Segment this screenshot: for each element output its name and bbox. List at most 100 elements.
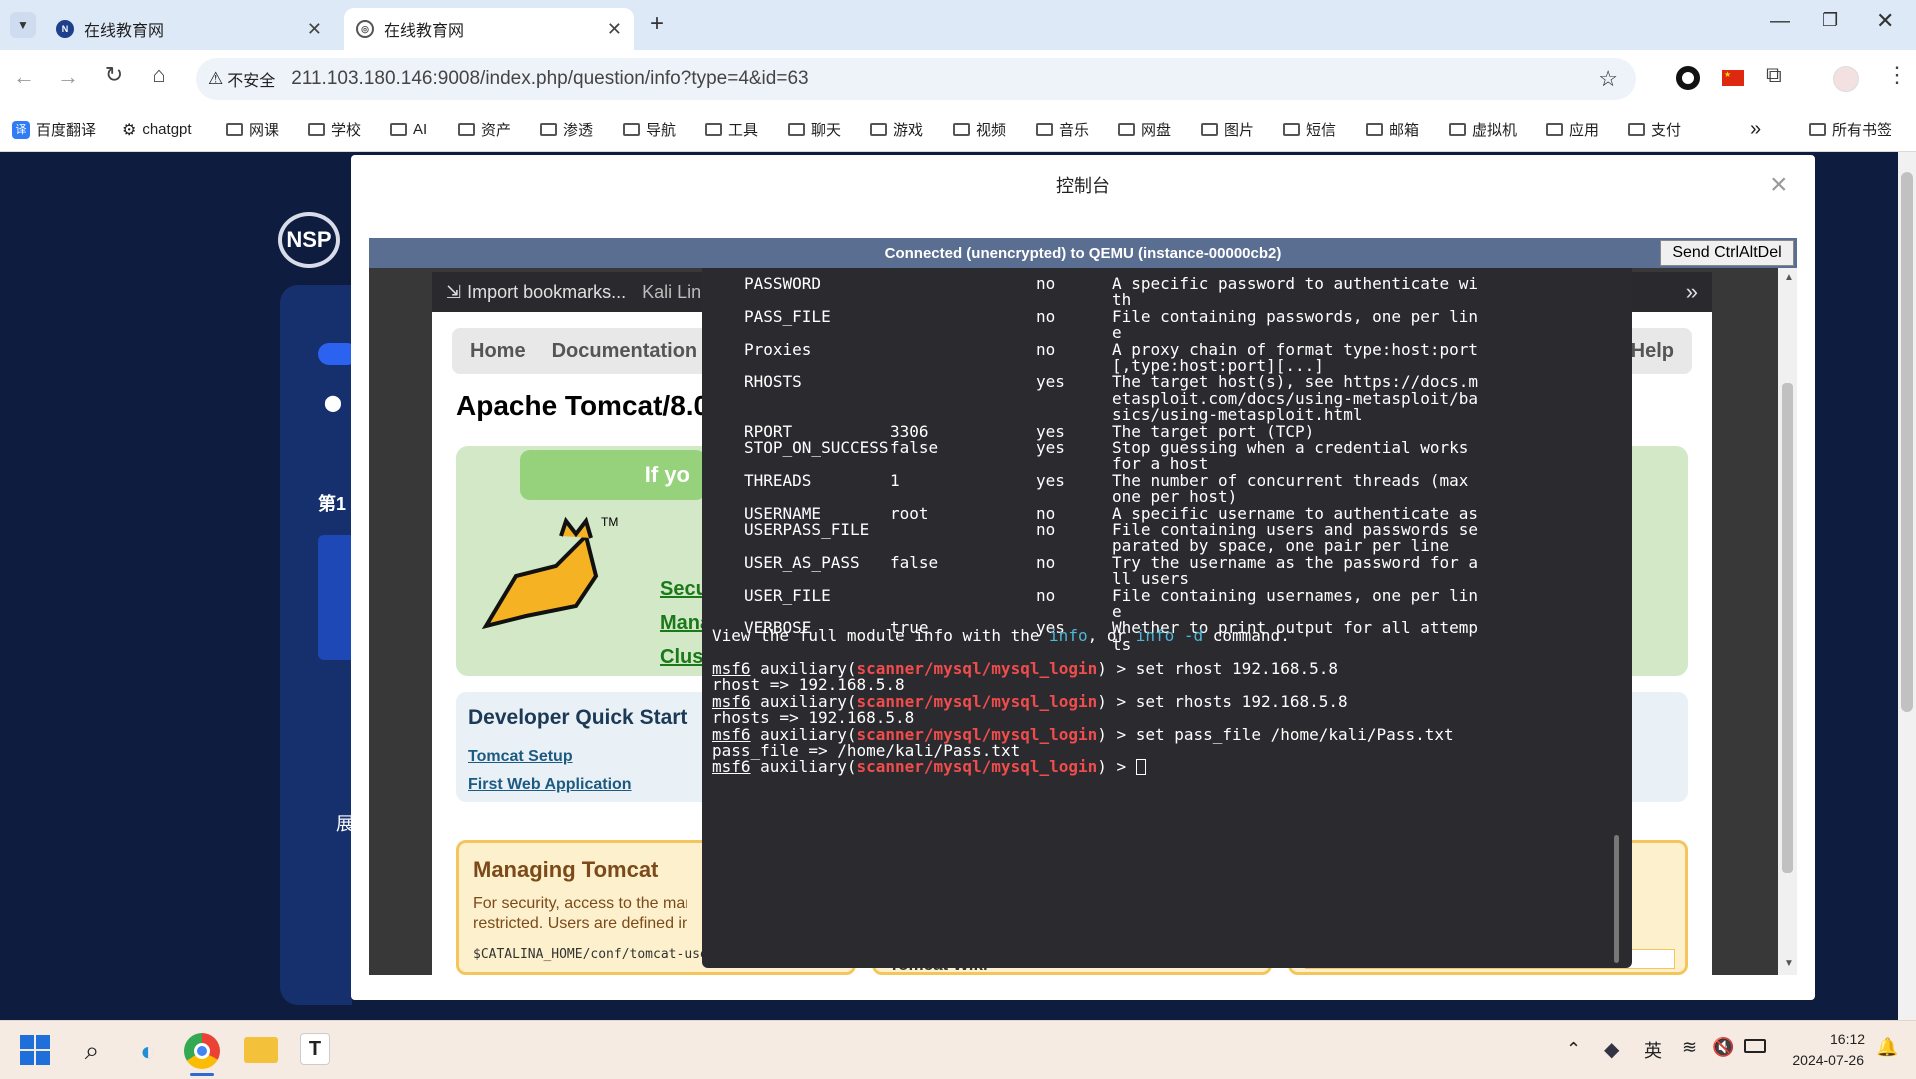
managing-text: restricted. Users are defined in: <box>473 915 687 932</box>
nav-home[interactable]: Home <box>470 340 526 363</box>
extension-circle-icon[interactable] <box>1676 66 1700 90</box>
profile-avatar[interactable] <box>1833 66 1859 92</box>
dev-link-setup[interactable]: Tomcat Setup <box>468 748 573 766</box>
bookmark-folder[interactable]: 网课 <box>226 119 279 140</box>
terminal-scrollbar[interactable] <box>1614 835 1619 963</box>
scroll-up-icon[interactable]: ▲ <box>1784 272 1794 283</box>
bookmark-chatgpt[interactable]: ⚙ chatgpt <box>122 120 192 140</box>
bookmark-label: 百度翻译 <box>36 122 97 139</box>
battery-icon[interactable] <box>1744 1039 1766 1053</box>
location-pin-icon: ⬤ <box>324 395 342 412</box>
bookmark-folder[interactable]: 学校 <box>308 119 361 140</box>
bookmark-folder[interactable]: 图片 <box>1201 119 1254 140</box>
vm-bookmark-import[interactable]: Import bookmarks... <box>467 282 626 303</box>
vnc-status-bar: Connected (unencrypted) to QEMU (instanc… <box>369 238 1797 268</box>
scroll-down-icon[interactable]: ▼ <box>1784 958 1794 969</box>
tab-2[interactable]: ◎ 在线教育网 ✕ <box>344 8 634 50</box>
clock-time[interactable]: 16:12 <box>1830 1031 1865 1047</box>
windows-start-icon[interactable] <box>20 1035 50 1065</box>
tomcat-title: Apache Tomcat/8.0.43 <box>456 390 706 421</box>
china-flag-icon[interactable]: ★ <box>1722 70 1744 86</box>
volume-muted-icon[interactable]: 🔇 <box>1712 1037 1734 1058</box>
bookmark-folder[interactable]: 导航 <box>623 119 676 140</box>
dev-link-first-app[interactable]: First Web Application <box>468 776 632 794</box>
menu-kebab-icon[interactable]: ⋮ <box>1886 62 1908 88</box>
vnc-scrollbar[interactable]: ▲ ▼ <box>1778 268 1797 975</box>
security-label[interactable]: 不安全 <box>227 67 275 91</box>
bookmark-folder[interactable]: 视频 <box>953 119 1006 140</box>
info-text: command. <box>1203 626 1290 645</box>
home-icon[interactable]: ⌂ <box>141 62 177 88</box>
bookmark-folder[interactable]: 工具 <box>705 119 758 140</box>
bookmark-folder[interactable]: 资产 <box>458 119 511 140</box>
all-bookmarks-folder[interactable]: 所有书签 <box>1809 119 1892 140</box>
taskbar: ⌕ ◐ T ⌃ ◆ 英 ≋ 🔇 16:12 2024-07-26 🔔 <box>0 1020 1916 1079</box>
tab-strip: ▼ N 在线教育网 ✕ ◎ 在线教育网 ✕ + — ❐ ✕ <box>0 0 1916 50</box>
more-bookmarks-icon[interactable]: » <box>1750 118 1761 141</box>
nav-documentation[interactable]: Documentation <box>552 340 698 363</box>
forward-icon[interactable]: → <box>50 64 86 90</box>
typora-icon[interactable]: T <box>300 1033 330 1065</box>
url-text[interactable]: 211.103.180.146:9008/index.php/question/… <box>291 68 808 90</box>
import-icon: ⇲ <box>446 281 462 302</box>
managing-title: Managing Tomcat <box>473 857 659 882</box>
bookmark-folder[interactable]: AI <box>390 121 427 138</box>
bookmark-folder[interactable]: 短信 <box>1283 119 1336 140</box>
page-scrollbar[interactable] <box>1898 152 1916 1020</box>
bookmark-label: 音乐 <box>1059 122 1090 139</box>
bookmark-folder[interactable]: 支付 <box>1628 119 1681 140</box>
window-close-icon[interactable]: ✕ <box>1876 8 1894 34</box>
notification-bell-icon[interactable]: 🔔 <box>1876 1037 1898 1058</box>
bookmark-label: 图片 <box>1224 122 1255 139</box>
scrollbar-thumb[interactable] <box>1901 172 1913 712</box>
wifi-icon[interactable]: ≋ <box>1682 1037 1697 1058</box>
bookmark-folder[interactable]: 音乐 <box>1036 119 1089 140</box>
bookmark-folder[interactable]: 邮箱 <box>1366 119 1419 140</box>
option-description: A specific password to authenticate wi <box>1112 274 1479 293</box>
tab-1[interactable]: N 在线教育网 ✕ <box>44 8 334 50</box>
clock-date[interactable]: 2024-07-26 <box>1784 1052 1864 1068</box>
reload-icon[interactable]: ↻ <box>96 62 132 88</box>
close-tab-icon[interactable]: ✕ <box>307 19 322 40</box>
tray-app-icon[interactable]: ◆ <box>1604 1037 1619 1062</box>
extensions-puzzle-icon[interactable]: ⧉ <box>1766 62 1782 88</box>
minimize-icon[interactable]: — <box>1770 10 1790 33</box>
bookmark-folder[interactable]: 渗透 <box>540 119 593 140</box>
tab-search-chevron-icon[interactable]: ▼ <box>10 12 36 38</box>
bookmark-folder[interactable]: 网盘 <box>1118 119 1171 140</box>
address-bar[interactable]: ⚠ 不安全 211.103.180.146:9008/index.php/que… <box>196 58 1636 100</box>
chrome-icon[interactable] <box>184 1033 220 1069</box>
modal-title: 控制台 <box>1056 176 1110 196</box>
folder-icon <box>1628 123 1645 136</box>
folder-icon <box>870 123 887 136</box>
bookmark-baidu-translate[interactable]: 译 百度翻译 <box>12 119 96 140</box>
developer-title: Developer Quick Start <box>468 706 688 729</box>
close-tab-icon[interactable]: ✕ <box>607 19 622 40</box>
new-tab-plus-icon[interactable]: + <box>650 10 664 38</box>
option-required: yes <box>1036 438 1065 457</box>
bookmark-folder[interactable]: 应用 <box>1546 119 1599 140</box>
file-explorer-icon[interactable] <box>244 1037 278 1063</box>
send-ctrl-alt-del-button[interactable]: Send CtrlAltDel <box>1660 240 1794 266</box>
side-card: ⬤ 第1 展 <box>280 285 358 1005</box>
folder-icon <box>540 123 557 136</box>
vnc-scroll-thumb[interactable] <box>1782 383 1793 873</box>
ime-indicator[interactable]: 英 <box>1644 1037 1662 1063</box>
bookmark-folder[interactable]: 聊天 <box>788 119 841 140</box>
restore-icon[interactable]: ❐ <box>1822 10 1838 31</box>
search-icon[interactable]: ⌕ <box>72 1031 112 1071</box>
bookmark-label: 支付 <box>1651 122 1682 139</box>
bookmark-label: 短信 <box>1306 122 1337 139</box>
folder-icon <box>1118 123 1135 136</box>
tray-chevron-up-icon[interactable]: ⌃ <box>1566 1039 1581 1060</box>
nsp-logo: NSP <box>278 212 340 268</box>
nsp-favicon-icon: N <box>56 20 74 38</box>
modal-close-icon[interactable]: × <box>1770 168 1788 202</box>
edge-icon[interactable]: ◐ <box>128 1031 168 1071</box>
bookmark-star-icon[interactable]: ☆ <box>1598 66 1618 92</box>
bookmark-folder[interactable]: 虚拟机 <box>1449 119 1517 140</box>
terminal-command: set pass_file /home/kali/Pass.txt <box>1135 724 1454 744</box>
chevron-right-icon[interactable]: » <box>1686 279 1698 305</box>
back-icon[interactable]: ← <box>6 64 42 90</box>
bookmark-folder[interactable]: 游戏 <box>870 119 923 140</box>
